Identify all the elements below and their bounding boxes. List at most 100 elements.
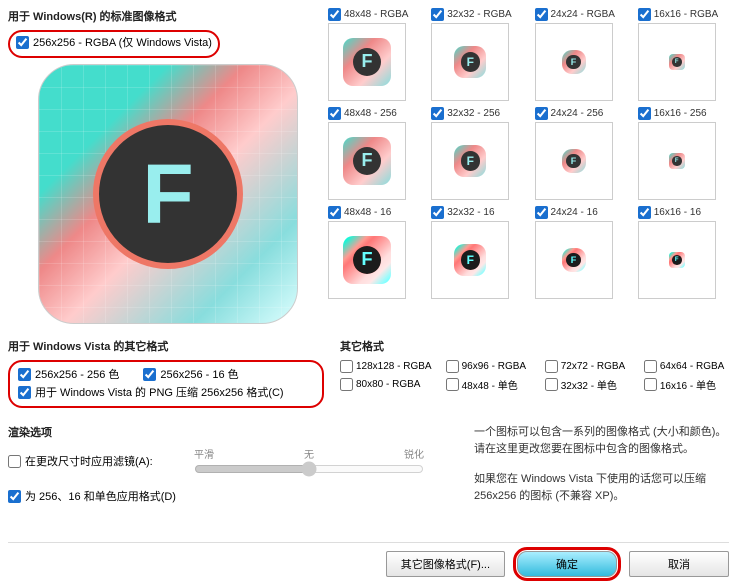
thumb-24x24-256: 24x24 - 256F	[535, 107, 626, 200]
thumb-label[interactable]: 16x16 - 256	[638, 107, 729, 120]
main-format-checkbox-row[interactable]: 256x256 - RGBA (仅 Windows Vista)	[16, 34, 212, 50]
highlight-vista-formats: 256x256 - 256 色 256x256 - 16 色 用于 Window…	[8, 360, 324, 408]
fmt-72x72-RGBA[interactable]: 72x72 - RGBA	[545, 360, 630, 373]
thumb-preview: F	[431, 23, 509, 101]
fmt-label: 72x72 - RGBA	[561, 361, 625, 372]
chk-256-16c[interactable]	[143, 368, 156, 381]
thumb-checkbox[interactable]	[328, 8, 341, 21]
thumb-preview: F	[535, 23, 613, 101]
thumb-label-text: 24x24 - 256	[551, 108, 604, 119]
fmt-96x96-RGBA[interactable]: 96x96 - RGBA	[446, 360, 531, 373]
thumb-checkbox[interactable]	[535, 206, 548, 219]
fmt-checkbox[interactable]	[545, 360, 558, 373]
fmt-80x80-RGBA[interactable]: 80x80 - RGBA	[340, 377, 432, 392]
cancel-button[interactable]: 取消	[629, 551, 729, 577]
thumb-24x24-16: 24x24 - 16 F	[535, 206, 626, 299]
thumb-label[interactable]: 32x32 - RGBA	[431, 8, 522, 21]
thumb-32x32-RGBA: 32x32 - RGBA F	[431, 8, 522, 101]
thumb-label-text: 24x24 - 16	[551, 207, 598, 218]
thumb-label[interactable]: 16x16 - 16	[638, 206, 729, 219]
thumb-checkbox[interactable]	[638, 8, 651, 21]
fmt-64x64-RGBA[interactable]: 64x64 - RGBA	[644, 360, 729, 373]
thumb-label-text: 32x32 - RGBA	[447, 9, 511, 20]
fmt-label: 48x48 - 单色	[462, 377, 518, 392]
thumb-label[interactable]: 24x24 - RGBA	[535, 8, 626, 21]
thumb-checkbox[interactable]	[328, 206, 341, 219]
fmt-128x128-RGBA[interactable]: 128x128 - RGBA	[340, 360, 432, 373]
chk-256-16c-label: 256x256 - 16 色	[160, 366, 238, 382]
section-other-title: 其它格式	[340, 338, 729, 354]
chk-filter-label: 在更改尺寸时应用滤镜(A):	[25, 453, 153, 469]
fmt-checkbox[interactable]	[545, 378, 558, 391]
chk-filter[interactable]	[8, 455, 21, 468]
thumb-checkbox[interactable]	[431, 8, 444, 21]
fmt-checkbox[interactable]	[340, 378, 353, 391]
fmt-16x16-单色[interactable]: 16x16 - 单色	[644, 377, 729, 392]
thumb-label-text: 16x16 - 256	[654, 108, 707, 119]
slider-labels: 平滑 无 锐化	[194, 446, 424, 461]
preview-256: F	[38, 64, 298, 324]
chk-png-compress-label: 用于 Windows Vista 的 PNG 压缩 256x256 格式(C)	[35, 384, 284, 400]
thumb-preview: F	[328, 221, 406, 299]
thumb-label-text: 24x24 - RGBA	[551, 9, 615, 20]
thumb-checkbox[interactable]	[535, 8, 548, 21]
thumb-label[interactable]: 32x32 - 16	[431, 206, 522, 219]
thumb-label-text: 48x48 - RGBA	[344, 9, 408, 20]
chk-apply-formats[interactable]	[8, 490, 21, 503]
info-text-2: 如果您在 Windows Vista 下使用的话您可以压缩 256x256 的图…	[474, 471, 729, 504]
fmt-checkbox[interactable]	[340, 360, 353, 373]
other-formats-button[interactable]: 其它图像格式(F)...	[386, 551, 505, 577]
thumb-checkbox[interactable]	[431, 107, 444, 120]
thumb-preview: F	[638, 221, 716, 299]
other-format-grid: 128x128 - RGBA 96x96 - RGBA 72x72 - RGBA 64…	[340, 360, 729, 392]
thumb-label-text: 16x16 - RGBA	[654, 9, 718, 20]
fmt-checkbox[interactable]	[446, 360, 459, 373]
chk-filter-row[interactable]: 在更改尺寸时应用滤镜(A):	[8, 453, 188, 469]
section-vista-title: 用于 Windows Vista 的其它格式	[8, 338, 324, 354]
thumb-label[interactable]: 16x16 - RGBA	[638, 8, 729, 21]
thumb-label[interactable]: 24x24 - 256	[535, 107, 626, 120]
thumb-preview: F	[535, 221, 613, 299]
thumb-48x48-RGBA: 48x48 - RGBA F	[328, 8, 419, 101]
thumb-preview: F	[328, 23, 406, 101]
thumb-checkbox[interactable]	[535, 107, 548, 120]
thumb-16x16-256: 16x16 - 256 F	[638, 107, 729, 200]
chk-256-256c[interactable]	[18, 368, 31, 381]
thumb-label[interactable]: 24x24 - 16	[535, 206, 626, 219]
sharpness-slider[interactable]	[194, 461, 424, 477]
fmt-checkbox[interactable]	[446, 378, 459, 391]
thumb-48x48-256: 48x48 - 256 F	[328, 107, 419, 200]
fmt-label: 32x32 - 单色	[561, 377, 617, 392]
fmt-label: 64x64 - RGBA	[660, 361, 724, 372]
fmt-48x48-单色[interactable]: 48x48 - 单色	[446, 377, 531, 392]
thumb-32x32-256: 32x32 - 256F	[431, 107, 522, 200]
highlight-main-format: 256x256 - RGBA (仅 Windows Vista)	[8, 30, 220, 58]
thumb-label[interactable]: 48x48 - 16	[328, 206, 419, 219]
fmt-label: 16x16 - 单色	[660, 377, 716, 392]
section-render-title: 渲染选项	[8, 424, 458, 440]
chk-256-rgba[interactable]	[16, 36, 29, 49]
thumb-label[interactable]: 48x48 - RGBA	[328, 8, 419, 21]
thumb-24x24-RGBA: 24x24 - RGBA F	[535, 8, 626, 101]
fmt-label: 96x96 - RGBA	[462, 361, 526, 372]
chk-256-16c-row[interactable]: 256x256 - 16 色	[143, 366, 238, 382]
chk-256-256c-row[interactable]: 256x256 - 256 色	[18, 366, 119, 382]
fmt-32x32-单色[interactable]: 32x32 - 单色	[545, 377, 630, 392]
thumb-48x48-16: 48x48 - 16 F	[328, 206, 419, 299]
slider-label-sharp: 锐化	[404, 446, 424, 461]
thumb-label[interactable]: 32x32 - 256	[431, 107, 522, 120]
thumb-checkbox[interactable]	[431, 206, 444, 219]
thumb-checkbox[interactable]	[638, 107, 651, 120]
thumb-preview: F	[328, 122, 406, 200]
thumb-checkbox[interactable]	[638, 206, 651, 219]
thumbnail-grid: 48x48 - RGBAF32x32 - RGBAF24x24 - RGBAF1…	[328, 8, 729, 299]
chk-apply-formats-row[interactable]: 为 256、16 和单色应用格式(D)	[8, 488, 458, 504]
chk-png-compress[interactable]	[18, 386, 31, 399]
thumb-label[interactable]: 48x48 - 256	[328, 107, 419, 120]
thumb-preview: F	[638, 122, 716, 200]
chk-png-compress-row[interactable]: 用于 Windows Vista 的 PNG 压缩 256x256 格式(C)	[18, 384, 314, 400]
ok-button[interactable]: 确定	[517, 551, 617, 577]
fmt-checkbox[interactable]	[644, 360, 657, 373]
thumb-checkbox[interactable]	[328, 107, 341, 120]
fmt-checkbox[interactable]	[644, 378, 657, 391]
